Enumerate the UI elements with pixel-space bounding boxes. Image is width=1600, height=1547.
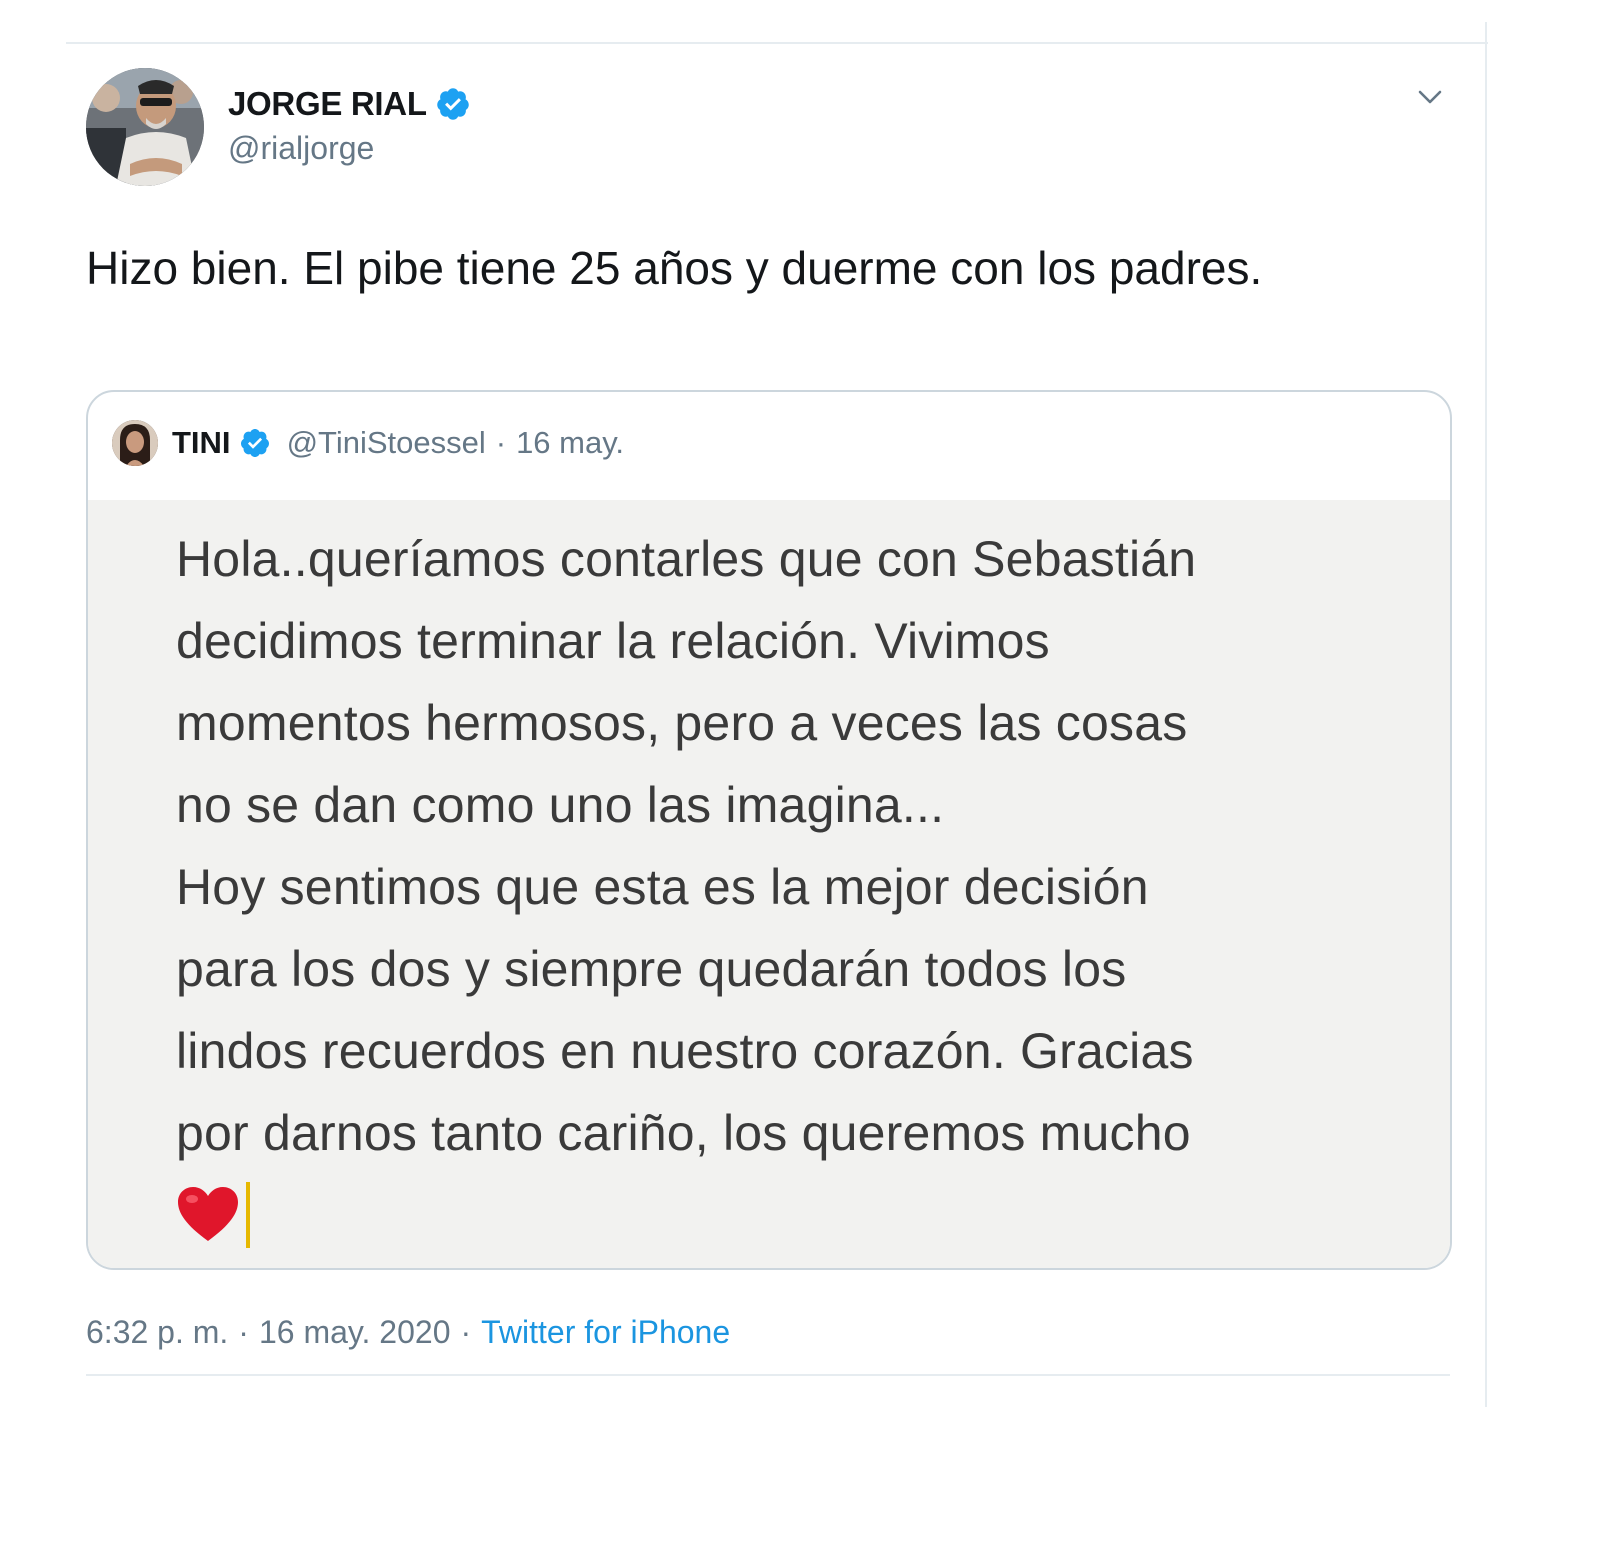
quoted-author-name: TINI	[172, 425, 231, 460]
quoted-tweet-image[interactable]: Hola..queríamos contarles que con Sebast…	[88, 500, 1450, 1268]
quoted-verified-badge-icon	[240, 429, 269, 457]
author-avatar[interactable]	[86, 68, 204, 186]
tweet-source-link[interactable]: Twitter for iPhone	[481, 1314, 730, 1351]
author-name[interactable]: JORGE RIAL	[228, 82, 471, 126]
verified-badge-icon	[436, 88, 469, 120]
author-handle[interactable]: @rialjorge	[228, 130, 374, 167]
heart-row	[176, 1174, 1396, 1256]
note-line: por darnos tanto cariño, los queremos mu…	[176, 1105, 1191, 1161]
quoted-tweet-header: TINI @TiniStoessel · 16 may.	[112, 418, 624, 468]
note-line: momentos hermosos, pero a veces las cosa…	[176, 695, 1188, 751]
quoted-date: 16 may.	[516, 425, 625, 460]
meta-separator: ·	[460, 1313, 472, 1350]
note-line: no se dan como uno las imagina...	[176, 777, 945, 833]
tweet-date[interactable]: 16 may. 2020	[259, 1314, 451, 1351]
right-border	[1485, 22, 1487, 1407]
quoted-separator: ·	[495, 425, 507, 460]
chevron-down-icon[interactable]	[1412, 82, 1448, 112]
note-text: Hola..queríamos contarles que con Sebast…	[176, 518, 1396, 1256]
meta-separator: ·	[238, 1313, 249, 1350]
tweet-meta: 6:32 p. m. · 16 may. 2020 · Twitter for …	[86, 1310, 730, 1354]
tweet-time[interactable]: 6:32 p. m.	[86, 1314, 228, 1351]
quoted-avatar-image	[112, 420, 158, 466]
note-line: lindos recuerdos en nuestro corazón. Gra…	[176, 1023, 1194, 1079]
text-cursor	[246, 1182, 250, 1248]
heart-icon	[178, 1187, 238, 1241]
avatar-image	[86, 68, 204, 186]
top-border	[66, 42, 1488, 44]
tweet-text: Hizo bien. El pibe tiene 25 años y duerm…	[86, 242, 1263, 294]
note-line: Hoy sentimos que esta es la mejor decisi…	[176, 859, 1149, 915]
note-line: para los dos y siempre quedarán todos lo…	[176, 941, 1127, 997]
quoted-author-handle: @TiniStoessel	[286, 425, 486, 460]
quoted-author-avatar	[112, 420, 158, 466]
note-line: Hola..queríamos contarles que con Sebast…	[176, 531, 1197, 587]
author-name-text[interactable]: JORGE RIAL	[228, 85, 427, 123]
quoted-tweet-card[interactable]: TINI @TiniStoessel · 16 may. Hola..querí…	[86, 390, 1452, 1270]
note-line: decidimos terminar la relación. Vivimos	[176, 613, 1050, 669]
bottom-divider	[86, 1374, 1450, 1376]
